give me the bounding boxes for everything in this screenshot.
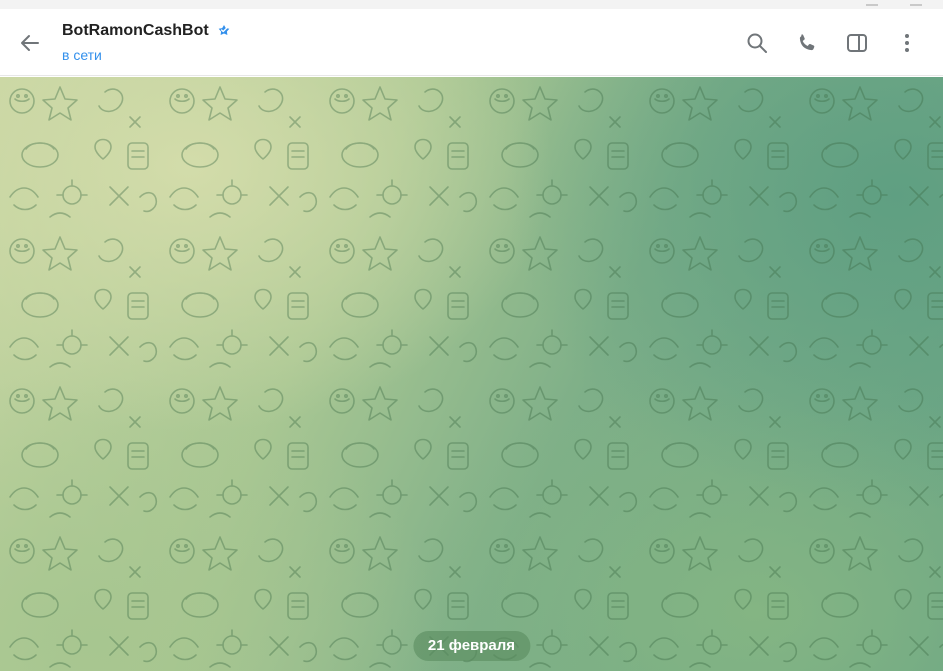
back-arrow-icon — [21, 35, 39, 51]
phone-icon — [799, 34, 815, 51]
chat-info[interactable]: BotRamonCashBot в сети — [62, 21, 233, 64]
more-vertical-icon — [905, 34, 909, 52]
date-separator-badge: 21 февраля — [412, 631, 531, 661]
more-button[interactable] — [889, 27, 925, 59]
telegram-window: BotRamonCashBot в сети 21 февраля — [0, 0, 943, 671]
call-button[interactable] — [789, 27, 825, 59]
verified-star-icon — [218, 25, 229, 36]
chat-status: в сети — [62, 47, 102, 63]
chat-title: BotRamonCashBot — [62, 22, 209, 39]
search-icon — [747, 33, 767, 53]
window-control[interactable] — [866, 0, 878, 6]
doodle-pattern — [0, 77, 943, 671]
back-button[interactable] — [12, 25, 48, 61]
chat-title-row: BotRamonCashBot — [62, 21, 233, 41]
window-control[interactable] — [910, 0, 922, 6]
search-button[interactable] — [739, 27, 775, 59]
chat-header: BotRamonCashBot в сети — [0, 9, 943, 76]
sidebar-toggle-icon — [847, 34, 867, 52]
header-actions — [739, 27, 925, 59]
sidebar-toggle-button[interactable] — [839, 27, 875, 59]
chat-background: 21 февраля — [0, 77, 943, 671]
